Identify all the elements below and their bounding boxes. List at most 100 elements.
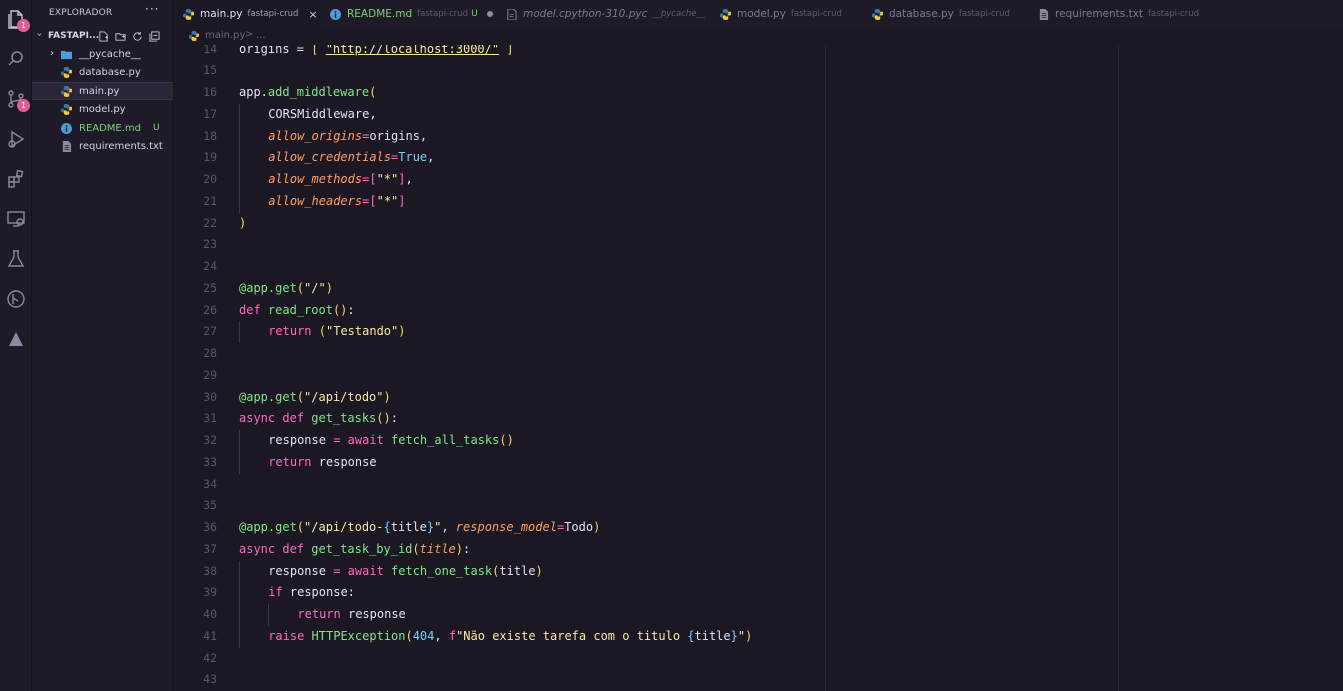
more-actions-icon[interactable]: ··· — [145, 2, 159, 16]
code-line[interactable]: 35 — [173, 495, 1343, 517]
code-line[interactable]: 24 — [173, 256, 1343, 278]
code-line[interactable]: 23 — [173, 234, 1343, 256]
code-text: if response: — [268, 582, 355, 604]
refresh-icon[interactable] — [130, 29, 144, 43]
new-folder-icon[interactable] — [113, 29, 127, 43]
tree-item-label: README.md — [79, 123, 142, 134]
info-icon — [330, 8, 341, 20]
line-number: 32 — [203, 433, 217, 447]
code-token: fetch_all_tasks — [391, 433, 500, 447]
testing-icon[interactable] — [3, 246, 29, 272]
code-line[interactable]: 17 CORSMiddleware, — [173, 103, 1343, 126]
extensions-icon[interactable] — [3, 166, 29, 192]
deploy-icon[interactable] — [3, 326, 29, 352]
code-line[interactable]: 26 def read_root(): — [173, 300, 1343, 322]
line-number: 31 — [203, 411, 217, 426]
code-token: ( — [318, 324, 326, 339]
code-line[interactable]: 25 @app.get("/") — [173, 278, 1343, 300]
code-line[interactable]: 22) — [173, 213, 1343, 235]
indent-guide — [239, 582, 240, 604]
code-line[interactable]: 33 return response — [173, 451, 1343, 474]
tree-item-pycache[interactable]: › __pycache__ — [32, 46, 173, 64]
code-line[interactable]: 32 response = await fetch_all_tasks() — [173, 430, 1343, 452]
source-control-icon[interactable]: 1 — [3, 86, 30, 112]
code-token: title — [499, 563, 536, 578]
code-token: ( — [296, 389, 305, 404]
indent-guide — [239, 560, 240, 583]
tab-readme[interactable]: README.md fastapi-crud U — [320, 0, 496, 28]
code-line[interactable]: 19 allow_credentials=True, — [173, 147, 1343, 169]
code-token: title — [694, 628, 731, 643]
code-token: add_middleware — [267, 85, 370, 99]
tab-model-py[interactable]: model.py fastapi-crud — [710, 0, 862, 28]
run-debug-icon[interactable] — [3, 126, 29, 152]
code-line[interactable]: 16 app.add_middleware( — [173, 82, 1343, 104]
tree-item-readme[interactable]: README.md U — [32, 120, 173, 138]
remote-explorer-icon[interactable] — [3, 206, 29, 232]
folder-name: FASTAPI... — [48, 31, 100, 41]
line-number: 43 — [203, 672, 217, 687]
code-token: = await — [333, 433, 392, 447]
code-token: allow_credentials — [268, 150, 392, 165]
code-token: Todo — [564, 520, 594, 534]
project-folder[interactable]: › FASTAPI... — [32, 28, 173, 45]
code-line[interactable]: 31 async def get_tasks(): — [173, 408, 1343, 430]
breadcrumb-symbol[interactable]: ... — [256, 30, 266, 41]
code-line[interactable]: 34 — [173, 474, 1343, 496]
python-icon — [872, 8, 883, 20]
code-line[interactable]: 39 if response: — [173, 582, 1343, 604]
code-token: } — [730, 628, 738, 643]
code-line[interactable]: 20 allow_methods=["*"], — [173, 169, 1343, 191]
code-line[interactable]: 18 allow_origins=origins, — [173, 125, 1343, 148]
line-number: 35 — [203, 498, 217, 513]
unsaved-dot-icon[interactable] — [486, 11, 493, 17]
tab-requirements[interactable]: requirements.txt fastapi-crud — [1028, 0, 1218, 28]
tree-item-database[interactable]: database.py — [32, 64, 173, 82]
code-line[interactable]: 27 return ("Testando") — [173, 321, 1343, 343]
line-number: 22 — [203, 215, 217, 230]
code-line[interactable]: 14 origins = [ "http://localhost:3000/" ] — [173, 45, 1343, 60]
code-line[interactable]: 15 — [173, 60, 1343, 82]
collapse-all-icon[interactable] — [147, 29, 161, 43]
tree-item-label: model.py — [79, 104, 126, 115]
line-number: 25 — [203, 280, 217, 295]
search-icon[interactable] — [3, 46, 29, 72]
line-number: 21 — [203, 193, 217, 208]
git-graph-icon[interactable] — [3, 286, 29, 312]
tree-item-model[interactable]: model.py — [32, 101, 173, 119]
code-text: @app.get("/api/todo") — [239, 387, 391, 409]
line-number: 37 — [203, 541, 217, 556]
code-line[interactable]: 36 @app.get("/api/todo-{title}", response… — [173, 517, 1343, 539]
code-token: return — [268, 324, 319, 339]
tab-database-py[interactable]: database.py fastapi-crud — [862, 0, 1028, 28]
code-line[interactable]: 42 — [173, 648, 1343, 670]
code-line[interactable]: 40 return response — [173, 604, 1343, 626]
tab-description: fastapi-crud — [790, 9, 842, 19]
code-line[interactable]: 41 raise HTTPException(404, f"Não existe … — [173, 625, 1343, 648]
tab-main-py[interactable]: main.py fastapi-crud × — [173, 0, 320, 28]
tree-item-requirements[interactable]: requirements.txt — [32, 138, 173, 156]
code-line[interactable]: 43 — [173, 669, 1343, 691]
code-line[interactable]: 29 — [173, 365, 1343, 387]
tree-item-main[interactable]: main.py — [32, 82, 173, 100]
new-file-icon[interactable] — [96, 29, 110, 43]
code-line[interactable]: 28 — [173, 343, 1343, 365]
code-text: return ("Testando") — [268, 321, 405, 343]
close-icon[interactable]: × — [308, 8, 317, 21]
code-line[interactable]: 30 @app.get("/api/todo") — [173, 387, 1343, 409]
tab-model-pyc[interactable]: model.cpython-310.pyc __pycache__ — [496, 0, 710, 28]
code-line[interactable]: 37 async def get_task_by_id(title): — [173, 539, 1343, 561]
breadcrumb-file[interactable]: main.py — [205, 30, 245, 41]
code-line[interactable]: 21 allow_headers=["*"] — [173, 190, 1343, 213]
code-token: ] — [398, 172, 406, 186]
tree-item-label: main.py — [79, 86, 120, 97]
code-line[interactable]: 38 response = await fetch_one_task(title) — [173, 560, 1343, 583]
line-number: 30 — [203, 389, 217, 404]
line-number: 14 — [203, 45, 217, 56]
text-file-icon — [1039, 8, 1049, 20]
code-token: : — [463, 541, 471, 556]
code-editor[interactable]: 14 origins = [ "http://localhost:3000/" ]… — [173, 45, 1343, 691]
code-text: async def get_task_by_id(title): — [239, 539, 470, 561]
code-token: origins, — [369, 128, 428, 143]
explorer-icon[interactable]: 1 — [3, 6, 30, 32]
